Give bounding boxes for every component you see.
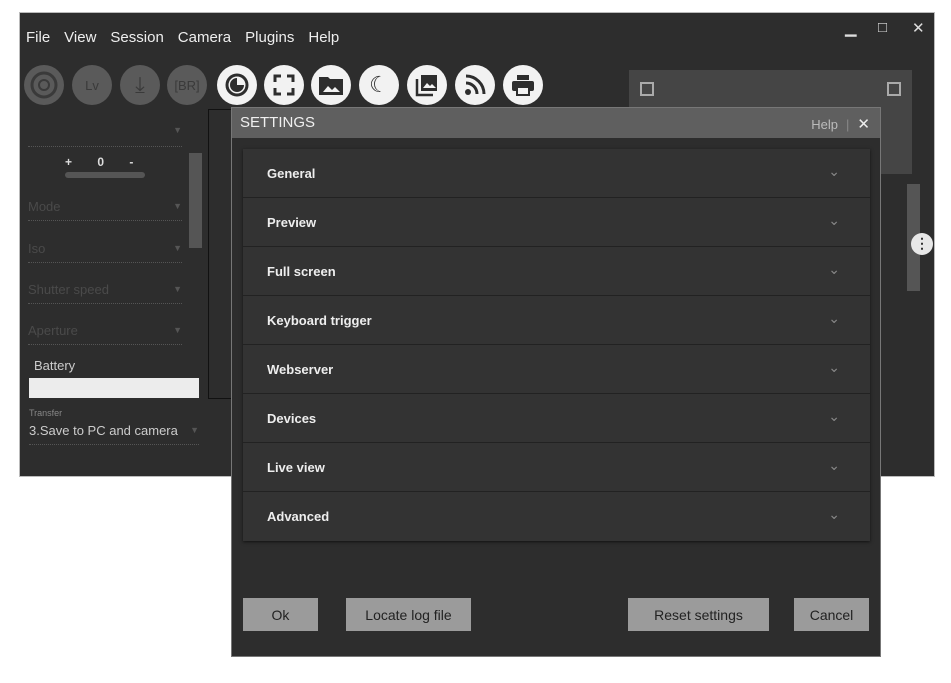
iso-dropdown[interactable]: Iso ▼ [28,241,182,263]
menu-camera[interactable]: Camera [178,29,231,46]
menu-view[interactable]: View [64,29,96,46]
section-full-screen[interactable]: Full screen ⌄ [243,247,870,296]
section-advanced[interactable]: Advanced ⌄ [243,492,870,541]
folder-image-icon[interactable] [311,65,351,105]
section-devices[interactable]: Devices ⌄ [243,394,870,443]
aperture-dropdown[interactable]: Aperture ▼ [28,323,182,345]
more-options-icon[interactable]: ⋮ [911,233,933,255]
section-keyboard-trigger[interactable]: Keyboard trigger ⌄ [243,296,870,345]
section-live-view[interactable]: Live view ⌄ [243,443,870,492]
settings-dialog: SETTINGS Help | ✕ General ⌄ Preview ⌄ Full s… [231,107,881,657]
rss-icon[interactable] [455,65,495,105]
download-icon[interactable]: ⤓ [120,65,160,105]
battery-bar [29,378,199,398]
gallery-icon[interactable] [407,65,447,105]
chevron-down-icon: ⌄ [828,408,840,424]
chevron-down-icon: ⌄ [828,506,840,522]
battery-label: Battery [34,358,76,373]
top-dropdown[interactable]: ▼ [28,123,182,147]
aperture-icon[interactable] [24,65,64,105]
maximize-button[interactable]: □ [878,19,887,36]
menu-file[interactable]: File [26,29,50,46]
section-label: Full screen [267,264,336,279]
chevron-down-icon: ⌄ [828,457,840,473]
section-label: Advanced [267,509,330,524]
iso-label: Iso [28,241,46,256]
section-label: Keyboard trigger [267,313,372,328]
ev-zero: 0 [97,155,105,169]
minimize-button[interactable]: ▁ [845,19,857,37]
night-mode-icon[interactable]: ☾ [359,65,399,105]
chevron-down-icon: ⌄ [828,212,840,228]
lv-label: Lv [85,77,99,93]
settings-accordion: General ⌄ Preview ⌄ Full screen ⌄ Keyboard … [243,149,870,541]
chevron-down-icon: ⌄ [828,310,840,326]
aperture-label: Aperture [28,323,78,338]
liveview-button[interactable]: Lv [72,65,112,105]
ev-slider[interactable] [65,172,145,178]
shutter-dropdown[interactable]: Shutter speed ▼ [28,282,182,304]
mode-dropdown[interactable]: Mode ▼ [28,199,182,221]
dialog-header: SETTINGS Help | ✕ [232,108,880,138]
section-label: Live view [267,460,325,475]
ok-button[interactable]: Ok [243,598,318,631]
transfer-value: 3.Save to PC and camera [29,423,178,438]
chevron-down-icon: ⌄ [828,163,840,179]
dialog-title: SETTINGS [240,114,316,131]
section-preview[interactable]: Preview ⌄ [243,198,870,247]
chevron-down-icon: ⌄ [828,359,840,375]
timelapse-icon[interactable] [217,65,257,105]
section-general[interactable]: General ⌄ [243,149,870,198]
shutter-label: Shutter speed [28,282,109,297]
ev-plus: + [65,155,73,169]
ev-minus: - [129,155,134,169]
section-label: Webserver [267,362,334,377]
checkbox-left[interactable] [640,82,654,96]
chevron-down-icon: ⌄ [828,261,840,277]
section-label: Preview [267,215,317,230]
mode-label: Mode [28,199,61,214]
section-webserver[interactable]: Webserver ⌄ [243,345,870,394]
menu-help[interactable]: Help [308,29,339,46]
transfer-label: Transfer [29,408,63,418]
bracket-button[interactable]: [BR] [167,65,207,105]
print-icon[interactable] [503,65,543,105]
br-label: [BR] [174,77,200,93]
reset-settings-button[interactable]: Reset settings [628,598,769,631]
dialog-close-icon[interactable]: ✕ [857,115,870,133]
menu-plugins[interactable]: Plugins [245,29,294,46]
close-button[interactable]: ✕ [912,19,925,37]
section-label: General [267,166,316,181]
ev-scale[interactable]: + 0 - [65,155,145,178]
locate-log-file-button[interactable]: Locate log file [346,598,471,631]
menu-session[interactable]: Session [110,29,163,46]
left-scrollbar[interactable] [189,153,202,248]
menu-bar: File View Session Camera Plugins Help [26,29,339,46]
section-label: Devices [267,411,317,426]
cancel-button[interactable]: Cancel [794,598,869,631]
fullscreen-icon[interactable] [264,65,304,105]
help-link[interactable]: Help [811,117,838,132]
transfer-dropdown[interactable]: 3.Save to PC and camera ▼ [29,423,199,445]
checkbox-right[interactable] [887,82,901,96]
